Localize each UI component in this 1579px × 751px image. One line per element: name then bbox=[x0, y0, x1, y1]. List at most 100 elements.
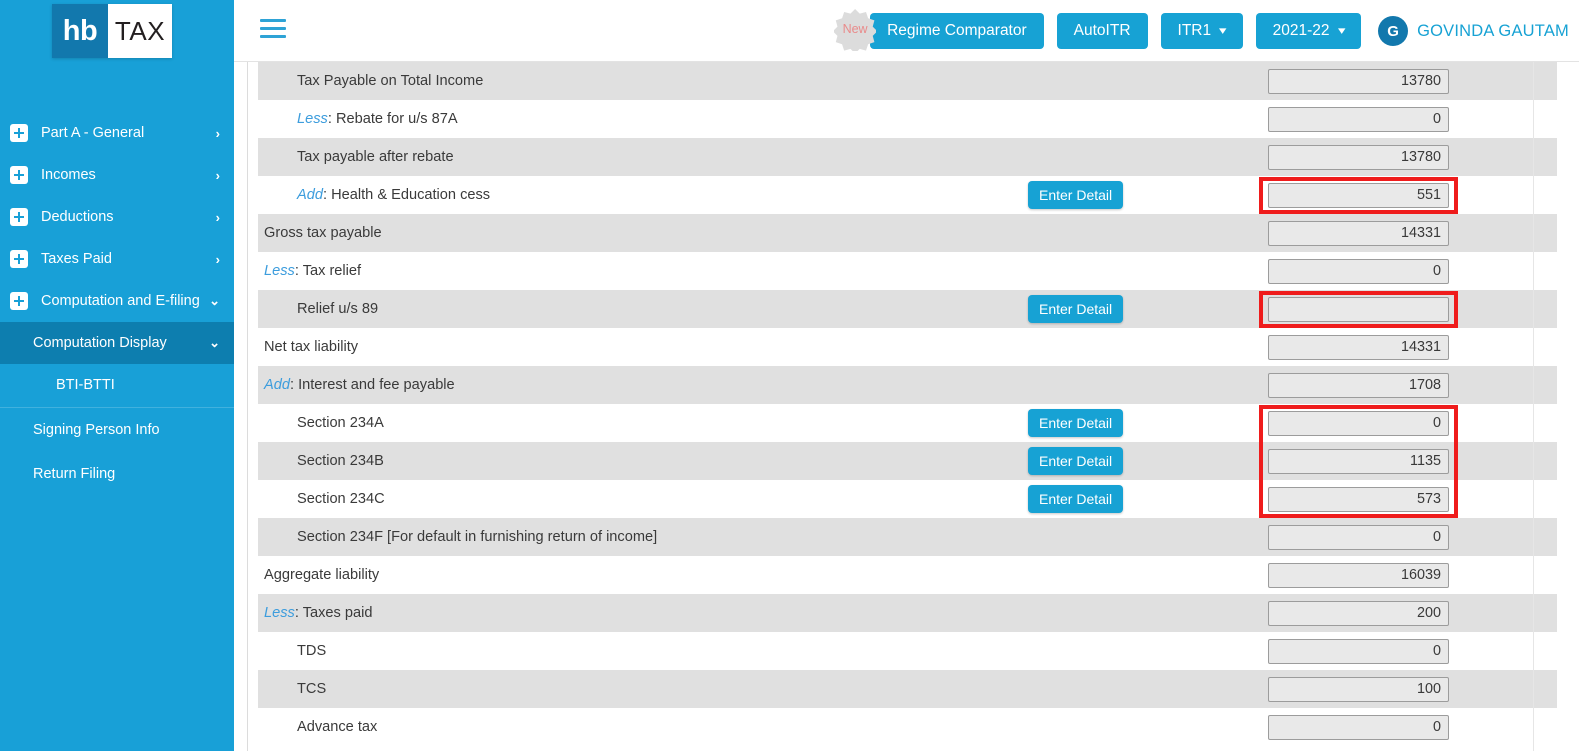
auto-itr-button[interactable]: AutoITR bbox=[1056, 13, 1148, 49]
enter-detail-button[interactable]: Enter Detail bbox=[1028, 181, 1124, 209]
sidebar-item-label: Computation and E-filing bbox=[41, 292, 200, 309]
row-value-input[interactable] bbox=[1268, 258, 1449, 284]
row-label: Section 234B bbox=[258, 453, 384, 469]
table-row: Less: Taxes paid bbox=[258, 594, 1557, 632]
sidebar-item-computation-display[interactable]: Computation Display ⌄ bbox=[0, 322, 234, 364]
row-label-text: Aggregate liability bbox=[264, 567, 380, 583]
topbar: New Regime Comparator AutoITR ITR1 ▾ 202… bbox=[234, 0, 1579, 62]
row-value-cell bbox=[1268, 290, 1449, 328]
app-logo[interactable]: hb TAX bbox=[52, 4, 172, 58]
row-label-text: Rebate for u/s 87A bbox=[335, 111, 458, 127]
sidebar-item-label: BTI-BTTI bbox=[56, 377, 115, 394]
row-keyword-separator: : bbox=[294, 605, 303, 621]
row-value-input[interactable] bbox=[1268, 220, 1449, 246]
row-label: Section 234F [For default in furnishing … bbox=[258, 529, 657, 545]
row-value-cell bbox=[1268, 100, 1449, 138]
row-value-input[interactable] bbox=[1268, 68, 1449, 94]
app-root: hb TAX Part A - General › Incomes › Deductio… bbox=[0, 0, 1579, 751]
row-keyword: Less bbox=[297, 111, 328, 127]
row-value-cell bbox=[1268, 442, 1449, 480]
table-row: Section 234C Enter Detail bbox=[258, 480, 1557, 518]
chevron-down-icon: ▾ bbox=[1219, 24, 1227, 37]
row-value-input[interactable] bbox=[1268, 144, 1449, 170]
row-value-input[interactable] bbox=[1268, 714, 1449, 740]
row-value-input[interactable] bbox=[1268, 296, 1449, 322]
row-label-text: Gross tax payable bbox=[264, 225, 382, 241]
row-value-cell bbox=[1268, 404, 1449, 442]
row-value-input[interactable] bbox=[1268, 372, 1449, 398]
row-label: Section 234C bbox=[258, 491, 385, 507]
auto-itr-label: AutoITR bbox=[1073, 22, 1131, 39]
row-label: Relief u/s 89 bbox=[258, 301, 378, 317]
table-row: Less: Rebate for u/s 87A bbox=[258, 100, 1557, 138]
regime-comparator-label: Regime Comparator bbox=[887, 22, 1027, 39]
row-action-cell: Enter Detail bbox=[1028, 404, 1124, 442]
sidebar-item-computation-and-e-filing[interactable]: Computation and E-filing ⌄ bbox=[0, 280, 234, 322]
row-value-input[interactable] bbox=[1268, 524, 1449, 550]
chevron-right-icon: › bbox=[215, 209, 220, 225]
row-value-input[interactable] bbox=[1268, 562, 1449, 588]
sidebar-item-label: Part A - General bbox=[41, 124, 145, 141]
chevron-right-icon: › bbox=[215, 125, 220, 141]
row-value-input[interactable] bbox=[1268, 638, 1449, 664]
plus-square-icon bbox=[10, 208, 28, 226]
row-value-input[interactable] bbox=[1268, 600, 1449, 626]
row-value-input[interactable] bbox=[1268, 486, 1449, 512]
sidebar-item-label: Signing Person Info bbox=[33, 421, 160, 438]
hamburger-bar bbox=[260, 35, 286, 38]
user-menu[interactable]: G GOVINDA GAUTAM bbox=[1374, 16, 1569, 46]
row-label: Gross tax payable bbox=[258, 225, 382, 241]
row-label-text: TCS bbox=[297, 681, 327, 697]
row-keyword-separator: : bbox=[322, 187, 332, 203]
chevron-right-icon: › bbox=[215, 251, 220, 267]
row-label-text: Taxes paid bbox=[302, 605, 373, 621]
table-row: TDS bbox=[258, 632, 1557, 670]
hamburger-icon[interactable] bbox=[260, 19, 286, 41]
plus-square-icon bbox=[10, 124, 28, 142]
row-label-text: Health & Education cess bbox=[331, 187, 491, 203]
table-row: TCS bbox=[258, 670, 1557, 708]
sidebar-item-label: Deductions bbox=[41, 208, 114, 225]
enter-detail-button[interactable]: Enter Detail bbox=[1028, 485, 1124, 513]
row-label-text: Relief u/s 89 bbox=[297, 301, 379, 317]
row-value-input[interactable] bbox=[1268, 334, 1449, 360]
sidebar-item-incomes[interactable]: Incomes › bbox=[0, 154, 234, 196]
row-label: Less: Taxes paid bbox=[258, 605, 372, 621]
row-label: TCS bbox=[258, 681, 326, 697]
sidebar-item-label: Incomes bbox=[41, 166, 96, 183]
sidebar-item-part-a-general[interactable]: Part A - General › bbox=[0, 112, 234, 154]
table-row: Gross tax payable bbox=[258, 214, 1557, 252]
sidebar-item-return-filing[interactable]: Return Filing bbox=[0, 452, 234, 496]
table-row: Add: Interest and fee payable bbox=[258, 366, 1557, 404]
row-value-cell bbox=[1268, 594, 1449, 632]
regime-comparator-button[interactable]: Regime Comparator bbox=[870, 13, 1044, 49]
row-value-cell bbox=[1268, 556, 1449, 594]
row-value-cell bbox=[1268, 252, 1449, 290]
plus-square-icon bbox=[10, 250, 28, 268]
sidebar-item-label: Computation Display bbox=[33, 334, 167, 351]
enter-detail-button[interactable]: Enter Detail bbox=[1028, 409, 1124, 437]
assessment-year-dropdown[interactable]: 2021-22 ▾ bbox=[1255, 13, 1362, 49]
chevron-right-icon: › bbox=[215, 167, 220, 183]
row-value-input[interactable] bbox=[1268, 106, 1449, 132]
sidebar-item-signing-person-info[interactable]: Signing Person Info bbox=[0, 408, 234, 452]
row-value-input[interactable] bbox=[1268, 448, 1449, 474]
sidebar: hb TAX Part A - General › Incomes › Deductio… bbox=[0, 0, 234, 751]
row-value-input[interactable] bbox=[1268, 182, 1449, 208]
row-label: Tax Payable on Total Income bbox=[258, 73, 483, 89]
table-row: Aggregate liability bbox=[258, 556, 1557, 594]
row-keyword-separator: : bbox=[289, 377, 299, 393]
row-value-input[interactable] bbox=[1268, 410, 1449, 436]
itr-form-dropdown[interactable]: ITR1 ▾ bbox=[1160, 13, 1243, 49]
sidebar-item-bti-btti[interactable]: BTI-BTTI bbox=[0, 364, 234, 408]
sidebar-item-taxes-paid[interactable]: Taxes Paid › bbox=[0, 238, 234, 280]
enter-detail-button[interactable]: Enter Detail bbox=[1028, 447, 1124, 475]
itr-form-label: ITR1 bbox=[1177, 22, 1212, 39]
avatar: G bbox=[1378, 16, 1409, 46]
tax-computation-table: Tax Payable on Total Income Less: Rebate … bbox=[258, 62, 1557, 746]
row-value-cell bbox=[1268, 328, 1449, 366]
enter-detail-button[interactable]: Enter Detail bbox=[1028, 295, 1124, 323]
row-label: Aggregate liability bbox=[258, 567, 379, 583]
row-value-input[interactable] bbox=[1268, 676, 1449, 702]
sidebar-item-deductions[interactable]: Deductions › bbox=[0, 196, 234, 238]
